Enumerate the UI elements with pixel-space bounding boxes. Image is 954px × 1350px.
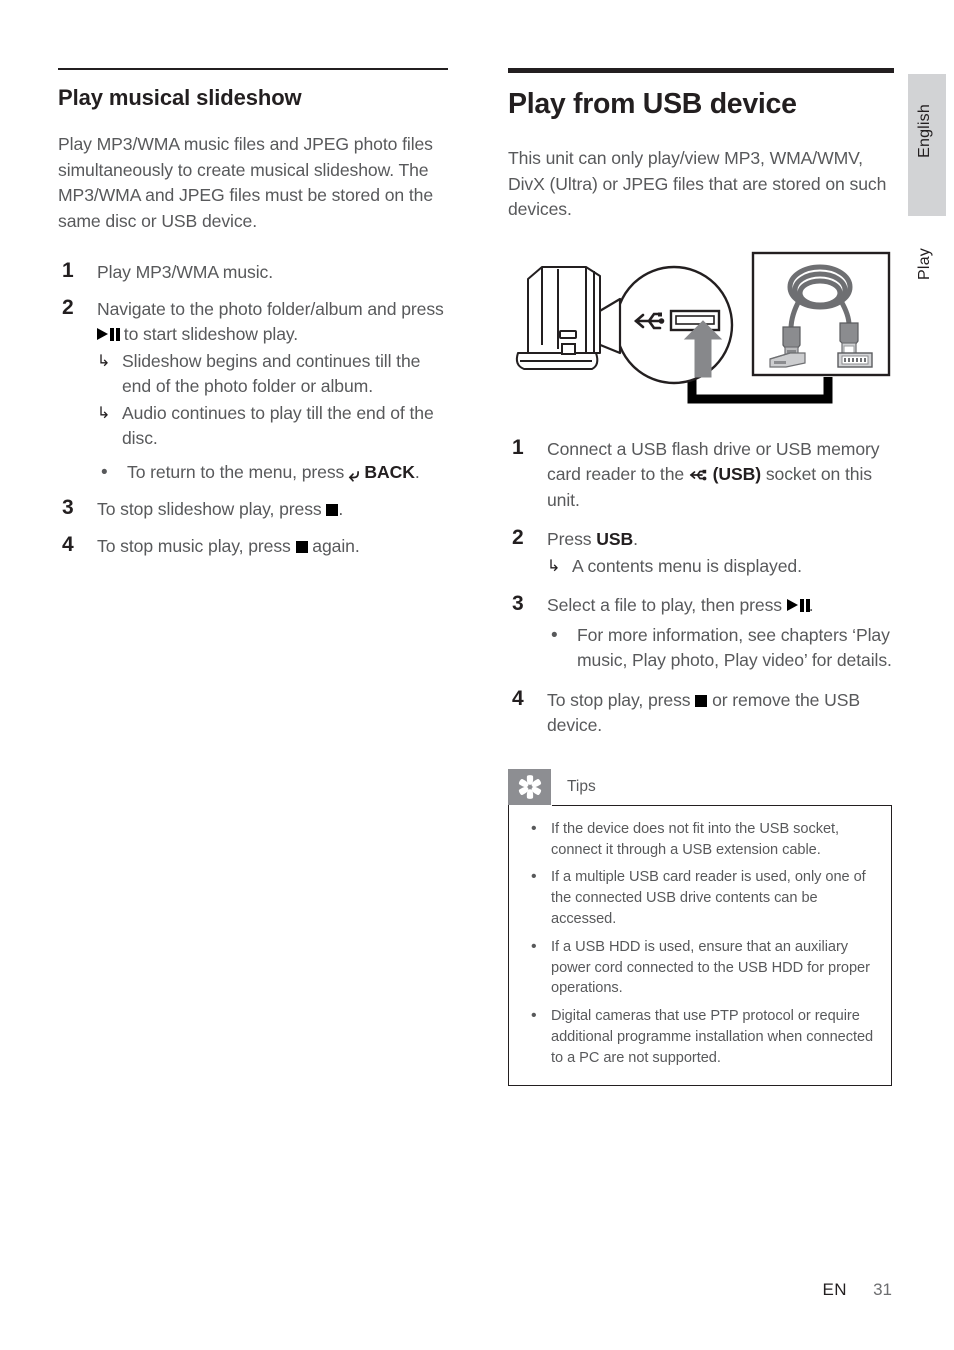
back-button-label: BACK [364, 461, 415, 482]
step-sub-text: . [414, 461, 420, 482]
stop-icon [326, 504, 339, 517]
step-sub-text: A contents menu is displayed. [572, 555, 802, 576]
step-item: 1 Connect a USB flash drive or USB memor… [508, 435, 894, 514]
result-arrow-icon: ↳ [97, 352, 111, 370]
step-text-part: To stop play, press [547, 689, 696, 710]
left-steps-list: 1 Play MP3/WMA music. 2 Navigate to the … [58, 259, 448, 560]
page-footer: EN 31 [0, 1280, 954, 1300]
step-item: 4 To stop play, press or remove the USB … [508, 686, 894, 739]
step-text: Connect a USB flash drive or USB memory … [547, 437, 894, 514]
asterisk-tip-icon [508, 768, 551, 805]
tips-title: Tips [567, 777, 596, 795]
asterisk-tip-icon-svg [518, 774, 541, 799]
step-text-part: To stop slideshow play, press [97, 499, 327, 520]
step-text-part: Navigate to the photo folder/album and p… [97, 298, 444, 319]
step-text: Select a file to play, then press . [547, 593, 894, 619]
step-text: Navigate to the photo folder/album and p… [97, 297, 448, 348]
step-sub-text: Audio continues to play till the end of … [122, 402, 434, 449]
step-item: 4 To stop music play, press again. [58, 532, 448, 560]
back-arrow-icon: ⤷ [349, 464, 360, 486]
usb-socket-label: (USB) [707, 464, 762, 485]
step-text-part: Select a file to play, then press [547, 595, 787, 616]
step-sub-result: ↳ Slideshow begins and continues till the… [97, 349, 448, 400]
tip-text: If a multiple USB card reader is used, o… [551, 869, 866, 928]
step-text-part: Play MP3/WMA music. [97, 262, 274, 283]
sidebar-tab-play: Play [916, 248, 933, 280]
step-text: To stop music play, press again. [97, 534, 448, 560]
manual-page: Play musical slideshow Play MP3/WMA musi… [0, 0, 954, 1350]
step-number: 1 [512, 435, 524, 459]
step-text: To stop slideshow play, press . [97, 497, 448, 523]
result-arrow-icon: ↳ [97, 404, 111, 422]
bullet-dot-icon: • [531, 868, 537, 886]
step-sub-result: ↳ Audio continues to play till the end of… [97, 401, 448, 452]
step-number: 4 [62, 532, 74, 556]
tip-text: Digital cameras that use PTP protocol or… [551, 1008, 874, 1066]
bullet-dot-icon: • [101, 461, 108, 483]
usb-diagram-svg [515, 251, 891, 404]
tips-box: Tips • If the device does not fit into th… [508, 768, 892, 1086]
step-item: 2 Press USB. ↳ A contents menu is display… [508, 526, 894, 580]
step-item: 2 Navigate to the photo folder/album and… [58, 295, 448, 486]
step-text: Press USB. [547, 527, 894, 553]
step-sub-text: Slideshow begins and continues till the … [122, 350, 421, 397]
usb-connection-diagram [508, 249, 894, 409]
step-sub-bullet: • For more information, see chapters ‘Pla… [547, 623, 894, 674]
right-steps-list: 1 Connect a USB flash drive or USB memor… [508, 435, 894, 739]
tip-list-item: • If a multiple USB card reader is used, … [525, 867, 875, 929]
step-item: 3 To stop slideshow play, press . [58, 496, 448, 523]
left-column: Play musical slideshow Play MP3/WMA musi… [58, 68, 448, 570]
play-pause-icon [786, 599, 810, 613]
stop-icon [695, 694, 708, 707]
usb-button-label: USB [596, 529, 634, 550]
tip-text: If a USB HDD is used, ensure that an aux… [551, 938, 870, 997]
step-text-part: again. [307, 535, 360, 556]
tips-body: • If the device does not fit into the USB… [508, 804, 892, 1086]
right-intro-paragraph: This unit can only play/view MP3, WMA/WM… [508, 148, 887, 220]
usb-icon [689, 464, 708, 481]
left-intro-paragraph: Play MP3/WMA music files and JPEG photo … [58, 134, 434, 231]
tips-header: Tips [508, 768, 892, 805]
bullet-dot-icon: • [551, 624, 558, 646]
section-rule-thick [508, 68, 894, 73]
section-rule-thin [58, 68, 448, 70]
left-section-heading: Play musical slideshow [58, 85, 302, 110]
step-sub-text: For more information, see chapters ‘Play… [577, 624, 892, 671]
tip-text: If the device does not fit into the USB … [551, 820, 840, 858]
step-item: 3 Select a file to play, then press . • F… [508, 592, 894, 674]
tip-list-item: • Digital cameras that use PTP protocol o… [525, 1006, 875, 1068]
bullet-dot-icon: • [531, 937, 537, 955]
step-text-part: To stop music play, press [97, 535, 296, 556]
right-column: Play from USB device This unit can only … [508, 68, 894, 1086]
step-text-part: . [633, 529, 638, 550]
step-text: To stop play, press or remove the USB de… [547, 688, 894, 739]
step-text: Play MP3/WMA music. [97, 260, 448, 286]
footer-locale: EN [822, 1280, 848, 1299]
stop-icon [295, 540, 308, 553]
step-number: 4 [512, 686, 524, 710]
step-number: 1 [62, 259, 74, 283]
tips-divider [552, 804, 891, 806]
step-text-part: to start slideshow play. [119, 324, 299, 345]
step-number: 2 [62, 295, 74, 319]
step-item: 1 Play MP3/WMA music. [58, 259, 448, 286]
tip-list-item: • If a USB HDD is used, ensure that an au… [525, 937, 875, 999]
step-number: 3 [512, 592, 524, 616]
sidebar-tab-english: English [916, 104, 933, 158]
step-sub-result: ↳ A contents menu is displayed. [547, 554, 894, 580]
step-number: 2 [512, 526, 524, 550]
step-number: 3 [62, 496, 74, 520]
step-sub-text: To return to the menu, press [127, 461, 350, 482]
step-sub-bullet: • To return to the menu, press ⤷ BACK. [97, 460, 448, 486]
bullet-dot-icon: • [531, 819, 537, 837]
bullet-dot-icon: • [531, 1007, 537, 1025]
tip-list-item: • If the device does not fit into the USB… [525, 819, 875, 861]
step-text-part: Press [547, 529, 597, 550]
result-arrow-icon: ↳ [547, 557, 561, 575]
step-text-part: . [338, 499, 344, 520]
play-pause-icon [97, 328, 120, 342]
footer-page-number: 31 [873, 1280, 892, 1299]
right-section-heading: Play from USB device [508, 88, 797, 120]
